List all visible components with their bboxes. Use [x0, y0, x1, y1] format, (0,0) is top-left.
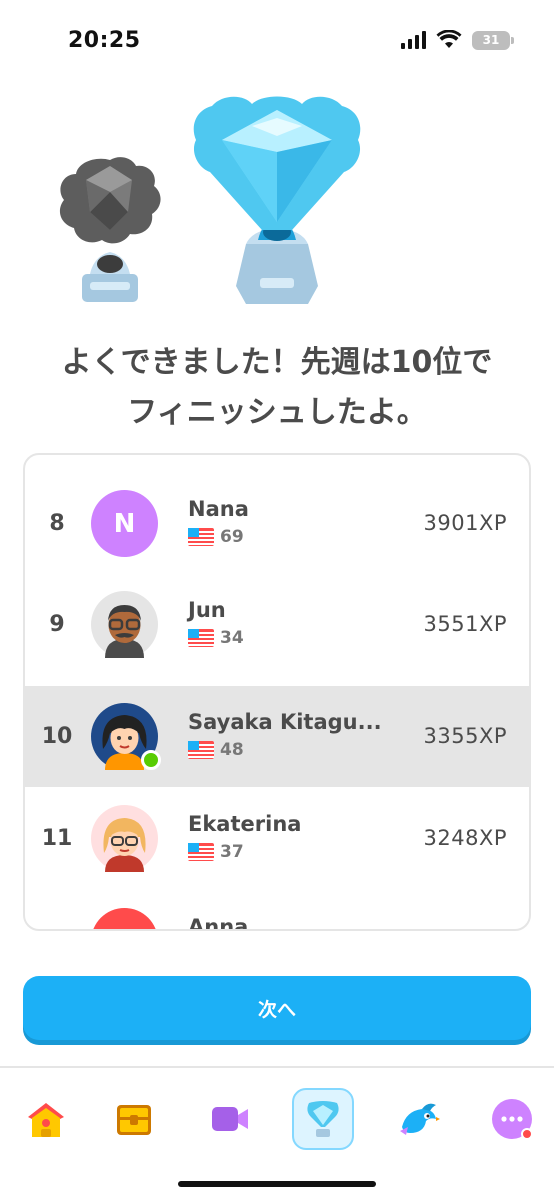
xp-value: 3901XP	[423, 511, 507, 535]
rank-number: 11	[41, 826, 73, 851]
rank-number: 8	[49, 511, 65, 536]
row-stats: 48	[188, 740, 244, 760]
result-headline: よくできました！先週は10位で フィニッシュしたよ。	[0, 338, 554, 438]
league-trophy-icon	[307, 1101, 339, 1137]
avatar	[91, 591, 158, 658]
avatar-initial: N	[91, 490, 158, 557]
battery-icon: 31	[472, 30, 514, 50]
home-icon	[28, 1103, 64, 1137]
diamond-trophy-icon	[193, 96, 361, 304]
row-stats: 37	[188, 842, 244, 862]
user-name: Ekaterina	[188, 812, 302, 836]
obsidian-trophy-icon	[59, 157, 161, 302]
leaderboard-card[interactable]: 8 N Nana 69 3901XP 9 Jun 34 3551XP 10 Sa…	[23, 453, 531, 931]
leaderboard-row-current-user[interactable]: 10 Sayaka Kitagu... 48 3355XP	[25, 686, 529, 787]
avatar	[91, 805, 158, 872]
avatar	[91, 908, 158, 929]
streak-count: 69	[220, 527, 244, 547]
user-name: Anna	[188, 915, 249, 931]
wifi-icon	[436, 30, 462, 48]
cellular-signal-icon	[401, 31, 426, 49]
avatar: N	[91, 490, 158, 557]
tab-video[interactable]	[199, 1088, 261, 1150]
bottom-tab-bar	[0, 1066, 554, 1200]
next-button[interactable]: 次へ	[23, 976, 531, 1040]
user-name: Sayaka Kitagu...	[188, 710, 382, 734]
status-bar: 20:25 31	[0, 0, 554, 84]
tab-leagues[interactable]	[292, 1088, 354, 1150]
us-flag-icon	[188, 629, 214, 647]
row-stats: 69	[188, 527, 244, 547]
leaderboard-row[interactable]: 11 Ekaterina 37 3248XP	[25, 788, 529, 889]
leaderboard-row[interactable]: Anna	[25, 891, 529, 931]
treasure-chest-icon	[117, 1105, 151, 1135]
rank-number: 9	[49, 612, 65, 637]
us-flag-icon	[188, 843, 214, 861]
tab-more[interactable]	[481, 1088, 543, 1150]
tab-quests[interactable]	[103, 1088, 165, 1150]
more-icon	[492, 1099, 533, 1140]
user-name: Jun	[188, 598, 226, 622]
leaderboard-row[interactable]	[25, 455, 529, 469]
status-icons: 31	[401, 30, 514, 50]
headline-line-1: よくできました！先週は10位で	[61, 345, 493, 380]
us-flag-icon	[188, 528, 214, 546]
video-camera-icon	[212, 1107, 248, 1131]
leaderboard-row[interactable]: 8 N Nana 69 3901XP	[25, 473, 529, 574]
battery-level: 31	[482, 33, 500, 47]
row-stats: 34	[188, 628, 244, 648]
xp-value: 3248XP	[423, 826, 507, 850]
avatar	[91, 703, 161, 770]
headline-line-2: フィニッシュしたよ。	[127, 395, 427, 430]
status-time: 20:25	[68, 28, 141, 53]
home-indicator[interactable]	[178, 1181, 376, 1187]
xp-value: 3551XP	[423, 612, 507, 636]
streak-count: 48	[220, 740, 244, 760]
leaderboard-row[interactable]: 9 Jun 34 3551XP	[25, 574, 529, 675]
bird-mascot-icon	[400, 1103, 440, 1135]
tab-characters[interactable]	[387, 1088, 449, 1150]
us-flag-icon	[188, 741, 214, 759]
rank-number: 10	[41, 724, 73, 749]
online-status-icon	[141, 750, 161, 770]
user-name: Nana	[188, 497, 249, 521]
streak-count: 37	[220, 842, 244, 862]
tab-home[interactable]	[15, 1088, 77, 1150]
streak-count: 34	[220, 628, 244, 648]
xp-value: 3355XP	[423, 724, 507, 748]
